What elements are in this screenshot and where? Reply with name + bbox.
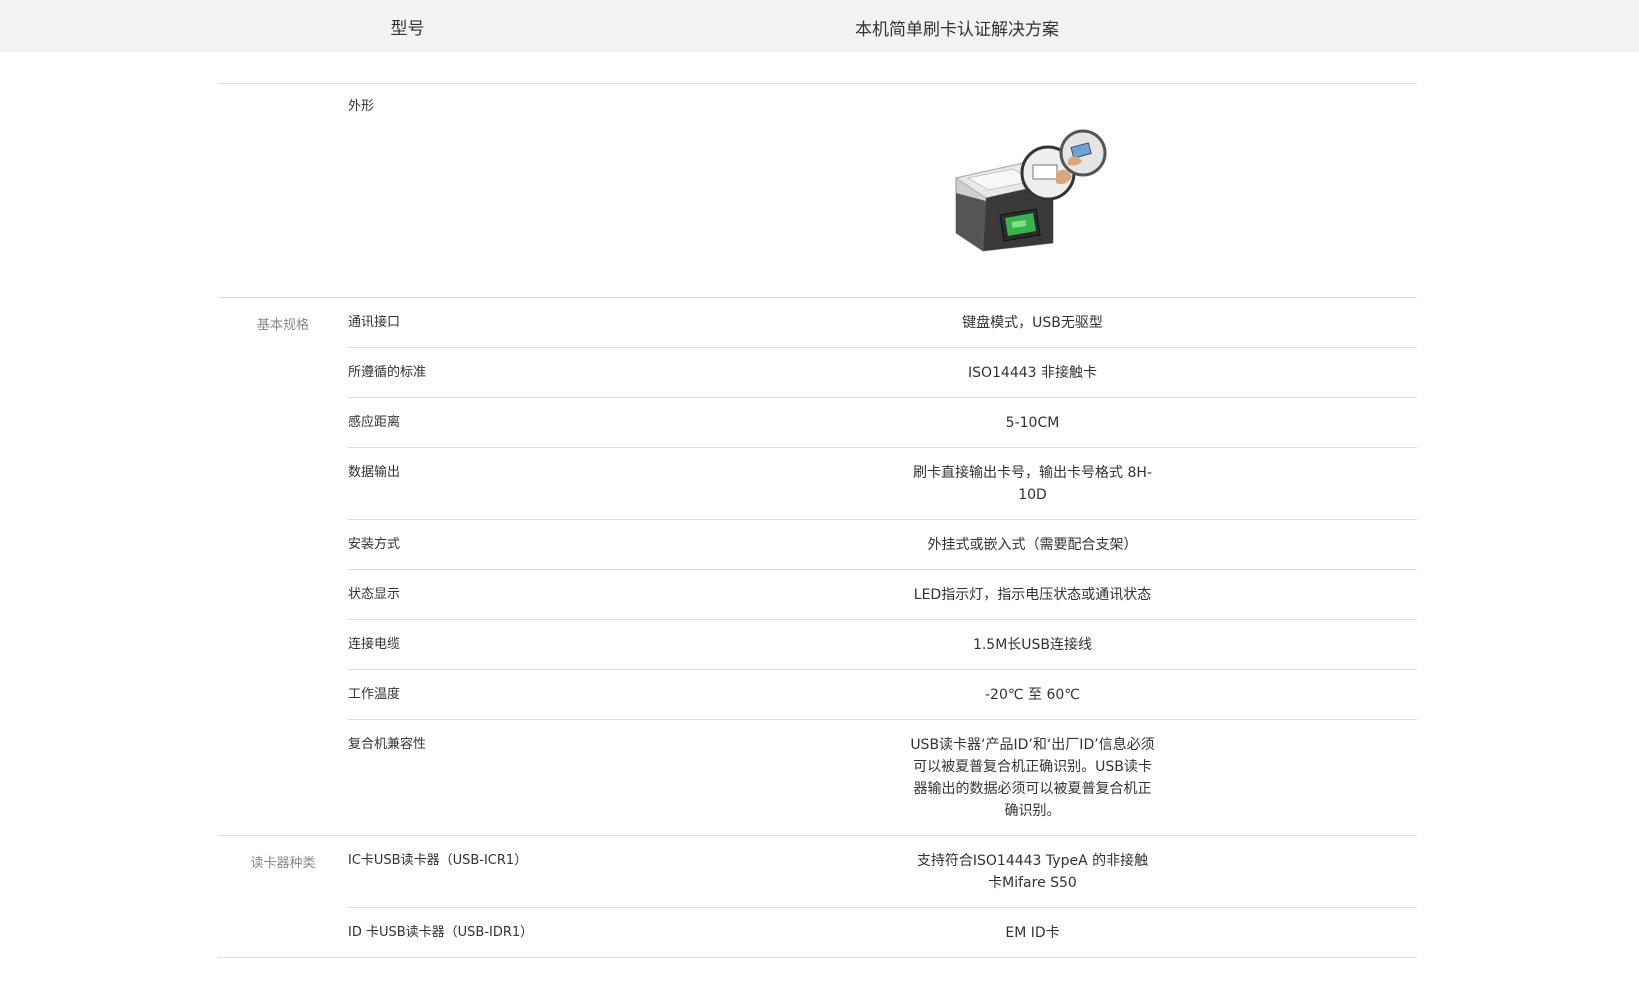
row-value: 刷卡直接输出卡号，输出卡号格式 8H-10D (913, 465, 1152, 503)
table-row: ID 卡USB读卡器（USB-IDR1） EM ID卡 (348, 908, 1417, 957)
row-value: 5-10CM (1005, 415, 1060, 431)
shape-group: 外形 (218, 84, 1417, 298)
row-label: 复合机兼容性 (348, 737, 427, 752)
group-label: 基本规格 (256, 318, 309, 333)
table-row: 安装方式 外挂式或嵌入式（需要配合支架） (348, 520, 1417, 570)
row-value: 1.5M长USB连接线 (972, 637, 1093, 653)
row-value: LED指示灯，指示电压状态或通讯状态 (913, 587, 1152, 603)
row-value: EM ID卡 (1005, 925, 1060, 941)
table-row: 数据输出 刷卡直接输出卡号，输出卡号格式 8H-10D (348, 448, 1417, 520)
table-header: 型号 本机简单刷卡认证解决方案 (0, 0, 1639, 52)
spec-table: 外形 基本规格 通讯接口 键盘模式，USB无驱型 所遵循的标准 ISO14443… (218, 83, 1417, 958)
table-row: 连接电缆 1.5M长USB连接线 (348, 620, 1417, 670)
row-label: IC卡USB读卡器（USB-ICR1） (348, 853, 528, 868)
row-label: 安装方式 (348, 537, 401, 552)
row-label: 工作温度 (348, 687, 401, 702)
header-solution-title: 本机简单刷卡认证解决方案 (855, 20, 1059, 40)
row-label: 数据输出 (348, 465, 401, 480)
group-label: 读卡器种类 (250, 856, 316, 871)
row-label: 外形 (348, 99, 375, 114)
group-reader-types: 读卡器种类 IC卡USB读卡器（USB-ICR1） 支持符合ISO14443 T… (218, 836, 1417, 958)
group-basic-specs: 基本规格 通讯接口 键盘模式，USB无驱型 所遵循的标准 ISO14443 非接… (218, 298, 1417, 836)
row-label: 感应距离 (348, 415, 401, 430)
table-row: 通讯接口 键盘模式，USB无驱型 (348, 298, 1417, 348)
table-row: 状态显示 LED指示灯，指示电压状态或通讯状态 (348, 570, 1417, 620)
row-value: ISO14443 非接触卡 (967, 365, 1098, 381)
card-reader-copier-image (948, 123, 1118, 258)
row-label: 通讯接口 (348, 315, 401, 330)
row-label: 状态显示 (348, 587, 401, 602)
row-value: 支持符合ISO14443 TypeA 的非接触卡Mifare S50 (916, 853, 1149, 891)
row-value: 外挂式或嵌入式（需要配合支架） (927, 537, 1138, 553)
table-row: 复合机兼容性 USB读卡器‘产品ID’和‘出厂ID’信息必须可以被夏普复合机正确… (348, 720, 1417, 835)
row-value: USB读卡器‘产品ID’和‘出厂ID’信息必须可以被夏普复合机正确识别。USB读… (910, 737, 1155, 819)
table-row: 工作温度 -20℃ 至 60℃ (348, 670, 1417, 720)
row-value: 键盘模式，USB无驱型 (962, 315, 1103, 331)
table-row-shape: 外形 (348, 84, 1417, 297)
row-label: ID 卡USB读卡器（USB-IDR1） (348, 925, 534, 940)
table-row: 所遵循的标准 ISO14443 非接触卡 (348, 348, 1417, 398)
row-label: 连接电缆 (348, 637, 401, 652)
table-row: IC卡USB读卡器（USB-ICR1） 支持符合ISO14443 TypeA 的… (348, 836, 1417, 908)
row-label: 所遵循的标准 (348, 365, 427, 380)
header-model-label: 型号 (390, 19, 425, 39)
row-value: -20℃ 至 60℃ (984, 687, 1081, 703)
table-row: 感应距离 5-10CM (348, 398, 1417, 448)
